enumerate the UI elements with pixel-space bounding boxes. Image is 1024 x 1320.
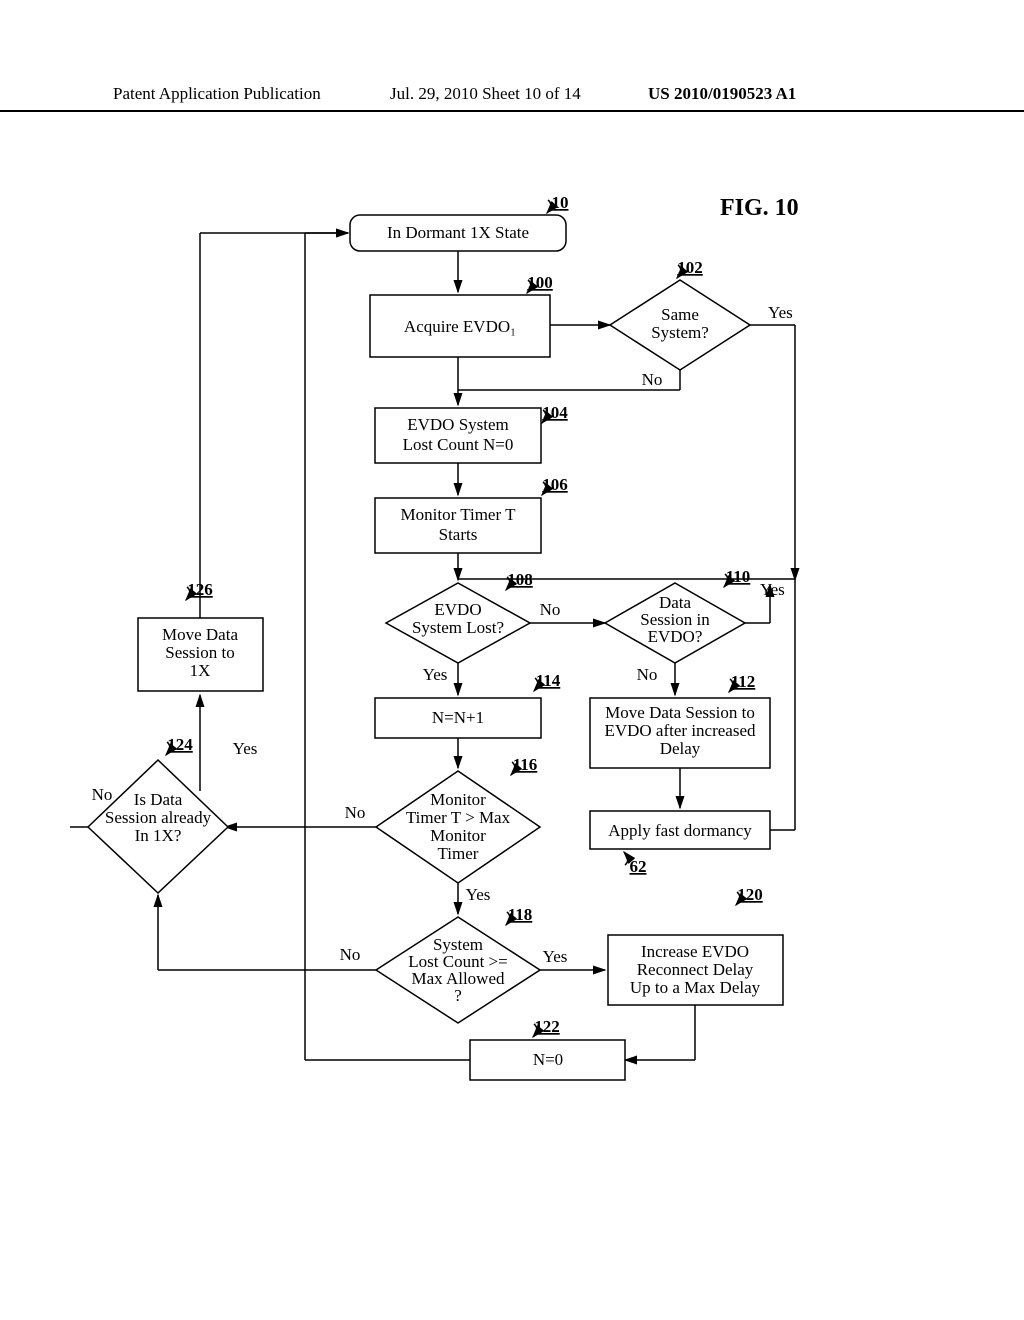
d124-l1: Is Data: [134, 790, 183, 809]
d118-l4: ?: [454, 986, 462, 1005]
ref-104: 104: [542, 403, 568, 422]
d110-yes: Yes: [760, 580, 785, 599]
ref-10: 10: [552, 193, 569, 212]
d110-no: No: [637, 665, 658, 684]
b112-l1: Move Data Session to: [605, 703, 755, 722]
b122: N=0: [533, 1050, 563, 1069]
d108-l2: System Lost?: [412, 618, 504, 637]
ref-122: 122: [534, 1017, 560, 1036]
ref-106: 106: [542, 475, 568, 494]
ref-112: 112: [731, 672, 756, 691]
ref-118: 118: [508, 905, 533, 924]
flowchart: FIG. 10 In Dormant 1X State 10 Acquire E…: [50, 160, 950, 1260]
d116-l2: Timer T > Max: [406, 808, 511, 827]
b120-l3: Up to a Max Delay: [630, 978, 761, 997]
header-pub: Patent Application Publication: [113, 84, 321, 104]
b62: Apply fast dormancy: [608, 821, 752, 840]
b106-l1: Monitor Timer T: [401, 505, 517, 524]
b120-l2: Reconnect Delay: [637, 960, 754, 979]
b106-l2: Starts: [439, 525, 478, 544]
box-10: In Dormant 1X State: [387, 223, 529, 242]
ref-114: 114: [536, 671, 561, 690]
d110-l3: EVDO?: [648, 627, 703, 646]
d118-no: No: [340, 945, 361, 964]
header-date: Jul. 29, 2010 Sheet 10 of 14: [390, 84, 581, 104]
d102-no: No: [642, 370, 663, 389]
ref-100: 100: [527, 273, 553, 292]
d124-l3: In 1X?: [135, 826, 182, 845]
b114: N=N+1: [432, 708, 484, 727]
b104-l2: Lost Count N=0: [403, 435, 514, 454]
b120-l1: Increase EVDO: [641, 942, 749, 961]
d124-l2: Session already: [105, 808, 212, 827]
b104-l1: EVDO System: [407, 415, 509, 434]
d116-l4: Timer: [438, 844, 479, 863]
ref-116: 116: [513, 755, 538, 774]
d102-l1: Same: [661, 305, 699, 324]
ref-62: 62: [630, 857, 647, 876]
ref-102: 102: [677, 258, 703, 277]
b126-l3: 1X: [190, 661, 211, 680]
figure-title: FIG. 10: [720, 195, 799, 221]
d102-yes: Yes: [768, 303, 793, 322]
d102-l2: System?: [651, 323, 709, 342]
ref-120: 120: [737, 885, 763, 904]
d108-no: No: [540, 600, 561, 619]
box-100: Acquire EVDO₁: [404, 317, 516, 336]
d124-no: No: [92, 785, 113, 804]
d118-yes: Yes: [543, 947, 568, 966]
header-docnum: US 2010/0190523 A1: [648, 84, 796, 104]
d108-l1: EVDO: [434, 600, 481, 619]
ref-124: 124: [167, 735, 193, 754]
b112-l2: EVDO after increased: [604, 721, 756, 740]
d116-yes: Yes: [466, 885, 491, 904]
b126-l1: Move Data: [162, 625, 238, 644]
ref-110: 110: [726, 567, 751, 586]
b112-l3: Delay: [660, 739, 701, 758]
d108-yes: Yes: [423, 665, 448, 684]
d116-l3: Monitor: [430, 826, 486, 845]
d124-yes: Yes: [233, 739, 258, 758]
b126-l2: Session to: [165, 643, 234, 662]
d116-no: No: [345, 803, 366, 822]
d116-l1: Monitor: [430, 790, 486, 809]
